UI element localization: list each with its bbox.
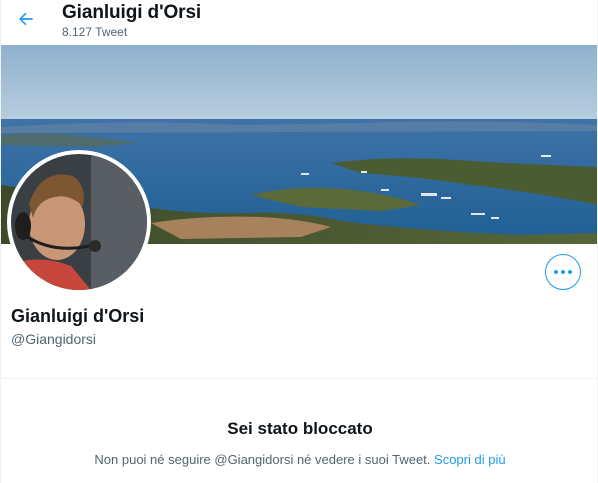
more-button[interactable] [545, 254, 581, 290]
more-horizontal-icon [553, 270, 574, 274]
profile-page: Gianluigi d'Orsi 8.127 Tweet Gianluigi d… [0, 0, 598, 483]
blocked-title: Sei stato bloccato [227, 419, 373, 438]
profile-name: Gianluigi d'Orsi [11, 306, 145, 326]
learn-more-link[interactable]: Scopri di più [434, 452, 506, 467]
arrow-left-icon [16, 9, 36, 34]
header-name: Gianluigi d'Orsi [62, 2, 202, 23]
back-button[interactable] [11, 6, 41, 36]
divider [1, 378, 597, 379]
blocked-message: Non puoi né seguire @Giangidorsi né vede… [1, 452, 597, 467]
top-bar: Gianluigi d'Orsi 8.127 Tweet [1, 0, 597, 45]
profile-handle: @Giangidorsi [11, 331, 97, 347]
blocked-message-text: Non puoi né seguire @Giangidorsi né vede… [94, 452, 431, 467]
avatar[interactable] [7, 150, 151, 294]
tweet-count: 8.127 Tweet [62, 25, 128, 39]
